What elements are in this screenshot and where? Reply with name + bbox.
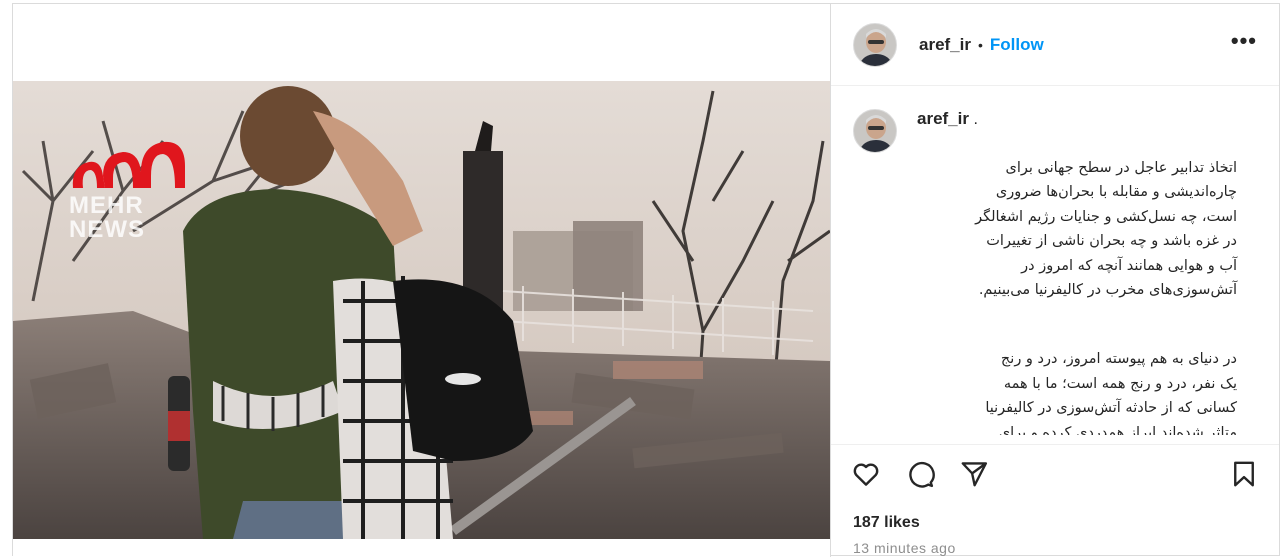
watermark-line-1: MEHR	[69, 192, 144, 219]
post-dialog: MEHR NEWS aref_ir • Follow ••• aref_ir .…	[12, 3, 1280, 557]
post-side-panel: aref_ir • Follow ••• aref_ir . اتخاذ تدا…	[831, 4, 1279, 557]
likes-count[interactable]: 187 likes	[853, 514, 920, 532]
comment-icon[interactable]	[905, 459, 935, 489]
username-link[interactable]: aref_ir	[919, 35, 971, 55]
caption-body: aref_ir . اتخاذ تدابیر عاجل در سطح جهانی…	[917, 109, 1237, 435]
mehr-logo-icon	[72, 141, 185, 188]
caption-paragraph-2: در دنیای به هم پیوسته امروز، درد و رنج ی…	[985, 351, 1237, 435]
post-media-area: MEHR NEWS	[13, 4, 831, 557]
caption-paragraph-1: اتخاذ تدابیر عاجل در سطح جهانی برای چاره…	[975, 159, 1237, 299]
caption-username-suffix: .	[973, 111, 978, 128]
post-photo[interactable]: MEHR NEWS	[13, 81, 830, 539]
watermark-line-2: NEWS	[69, 216, 145, 243]
caption-username[interactable]: aref_ir	[917, 109, 969, 128]
post-header: aref_ir • Follow •••	[831, 4, 1279, 86]
caption-text: اتخاذ تدابیر عاجل در سطح جهانی برای چاره…	[917, 131, 1237, 436]
follow-button[interactable]: Follow	[990, 35, 1044, 55]
caption-row: aref_ir . اتخاذ تدابیر عاجل در سطح جهانی…	[853, 109, 1257, 435]
avatar[interactable]	[853, 22, 897, 67]
caption-scroll-area[interactable]: aref_ir . اتخاذ تدابیر عاجل در سطح جهانی…	[831, 87, 1279, 435]
mehr-news-watermark: MEHR NEWS	[69, 136, 189, 286]
heart-icon[interactable]	[851, 459, 881, 489]
share-icon[interactable]	[959, 459, 989, 489]
separator-dot: •	[977, 36, 983, 53]
caption-avatar[interactable]	[853, 109, 897, 153]
action-bar	[831, 444, 1279, 492]
more-options-button[interactable]: •••	[1231, 30, 1257, 52]
bookmark-icon[interactable]	[1229, 459, 1259, 489]
caption-header: aref_ir .	[917, 109, 1237, 129]
post-timestamp[interactable]: 13 minutes ago	[853, 540, 956, 556]
watermark-text: MEHR NEWS	[69, 194, 189, 242]
